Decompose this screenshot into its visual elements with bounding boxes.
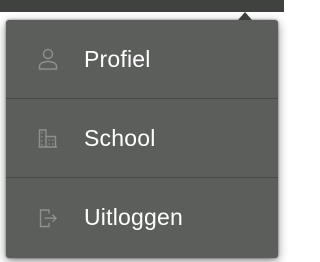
menu-item-label: Uitloggen bbox=[84, 204, 183, 230]
person-icon bbox=[36, 47, 60, 71]
user-dropdown-menu: Profiel School Uitloggen bbox=[6, 12, 278, 258]
menu-item-school[interactable]: School bbox=[6, 99, 278, 178]
menu-item-profiel[interactable]: Profiel bbox=[6, 20, 278, 99]
building-icon bbox=[36, 126, 60, 150]
menu-item-label: School bbox=[84, 124, 156, 151]
menu-item-label: Profiel bbox=[84, 45, 151, 72]
menu-item-uitloggen[interactable]: Uitloggen bbox=[6, 178, 278, 257]
logout-icon bbox=[36, 206, 60, 230]
top-bar bbox=[0, 0, 284, 12]
